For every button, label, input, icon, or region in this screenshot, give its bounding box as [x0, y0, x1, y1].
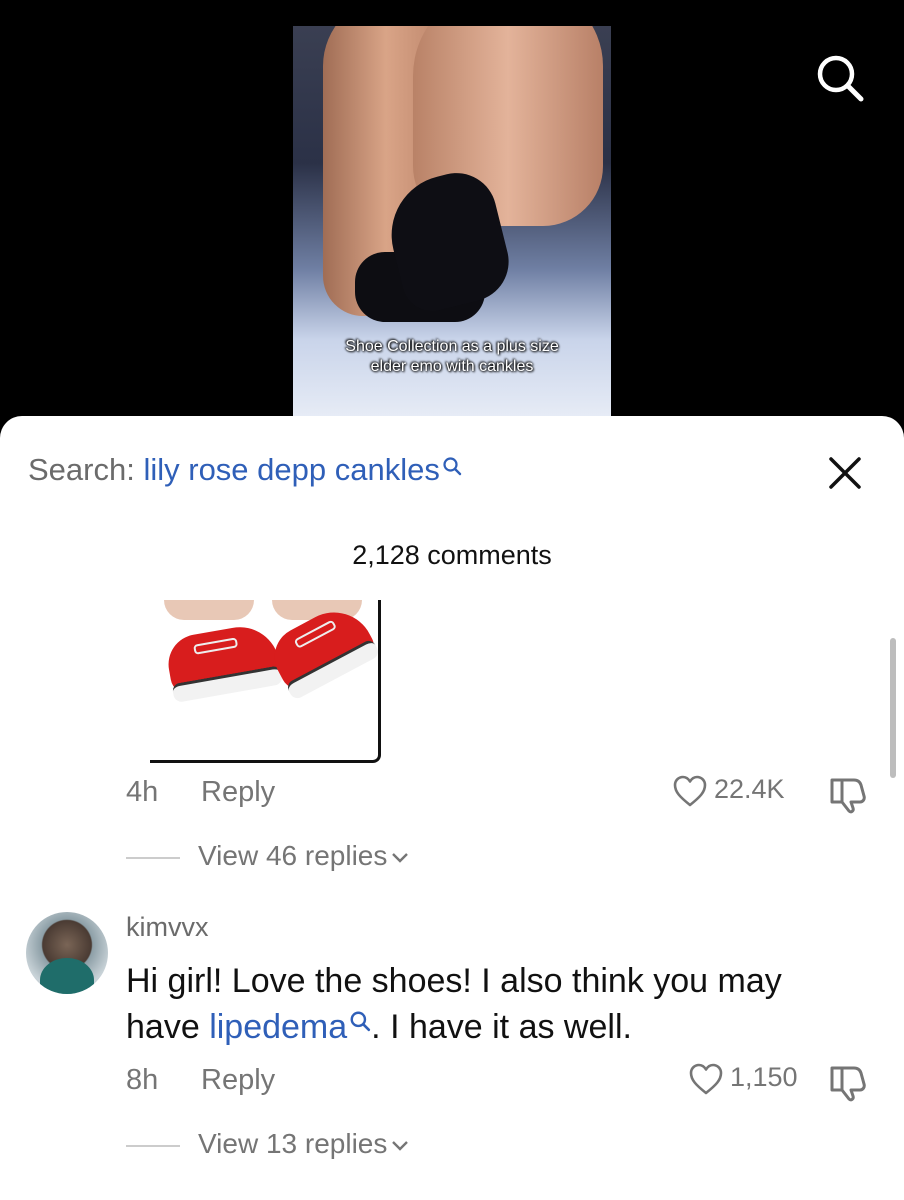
photo-foot: [164, 600, 254, 620]
video-caption-line1: Shoe Collection as a plus size: [345, 338, 559, 355]
dislike-icon[interactable]: [826, 774, 868, 814]
search-icon: [350, 1011, 371, 1032]
divider: [126, 1144, 180, 1147]
comment-username[interactable]: kimvvx: [126, 912, 209, 943]
divider: [126, 856, 180, 859]
view-replies-label: View 46 replies: [198, 840, 388, 871]
close-icon[interactable]: [826, 454, 864, 492]
dislike-icon[interactable]: [826, 1062, 868, 1102]
like-count: 22.4K: [714, 774, 785, 805]
reply-button[interactable]: Reply: [201, 1064, 275, 1097]
photo-shoe-lace: [193, 637, 239, 655]
search-prefix: Search:: [28, 452, 135, 487]
photo-shoe-lace: [293, 619, 338, 649]
like-button[interactable]: 22.4K: [672, 774, 785, 808]
comment-text-part: . I have it as well.: [371, 1008, 632, 1046]
search-suggestion[interactable]: Search: lily rose depp cankles: [28, 452, 462, 488]
video-caption: Shoe Collection as a plus size elder emo…: [293, 337, 611, 377]
search-icon[interactable]: [814, 52, 866, 104]
heart-icon: [689, 1063, 723, 1095]
photo-red-shoe: [163, 620, 284, 704]
heart-icon: [673, 775, 707, 807]
comment-count: 2,128 comments: [352, 540, 552, 570]
view-replies-button[interactable]: View 46 replies: [126, 840, 409, 872]
comments-sheet: Search: lily rose depp cankles 2,128 com…: [0, 416, 904, 1200]
comment-time: 4h: [126, 776, 159, 808]
avatar-body: [40, 958, 94, 994]
view-replies-label: View 13 replies: [198, 1128, 388, 1159]
like-button[interactable]: 1,150: [688, 1062, 798, 1096]
video-caption-line2: elder emo with cankles: [370, 358, 534, 375]
scrollbar[interactable]: [890, 638, 896, 778]
reply-button[interactable]: Reply: [201, 776, 275, 809]
comment-time: 8h: [126, 1064, 159, 1096]
chevron-down-icon: [392, 1140, 409, 1151]
view-replies-button[interactable]: View 13 replies: [126, 1128, 409, 1160]
video-player[interactable]: Shoe Collection as a plus size elder emo…: [0, 0, 904, 430]
avatar[interactable]: [26, 912, 108, 994]
search-icon: [443, 457, 462, 476]
photo-shoe-sole: [171, 665, 284, 704]
comment-search-link[interactable]: lipedema: [209, 1008, 347, 1046]
like-count: 1,150: [730, 1062, 798, 1093]
comment-text: Hi girl! Love the shoes! I also think yo…: [126, 958, 846, 1050]
search-query-link[interactable]: lily rose depp cankles: [143, 452, 439, 487]
comment-image[interactable]: [150, 600, 381, 763]
chevron-down-icon: [392, 852, 409, 863]
